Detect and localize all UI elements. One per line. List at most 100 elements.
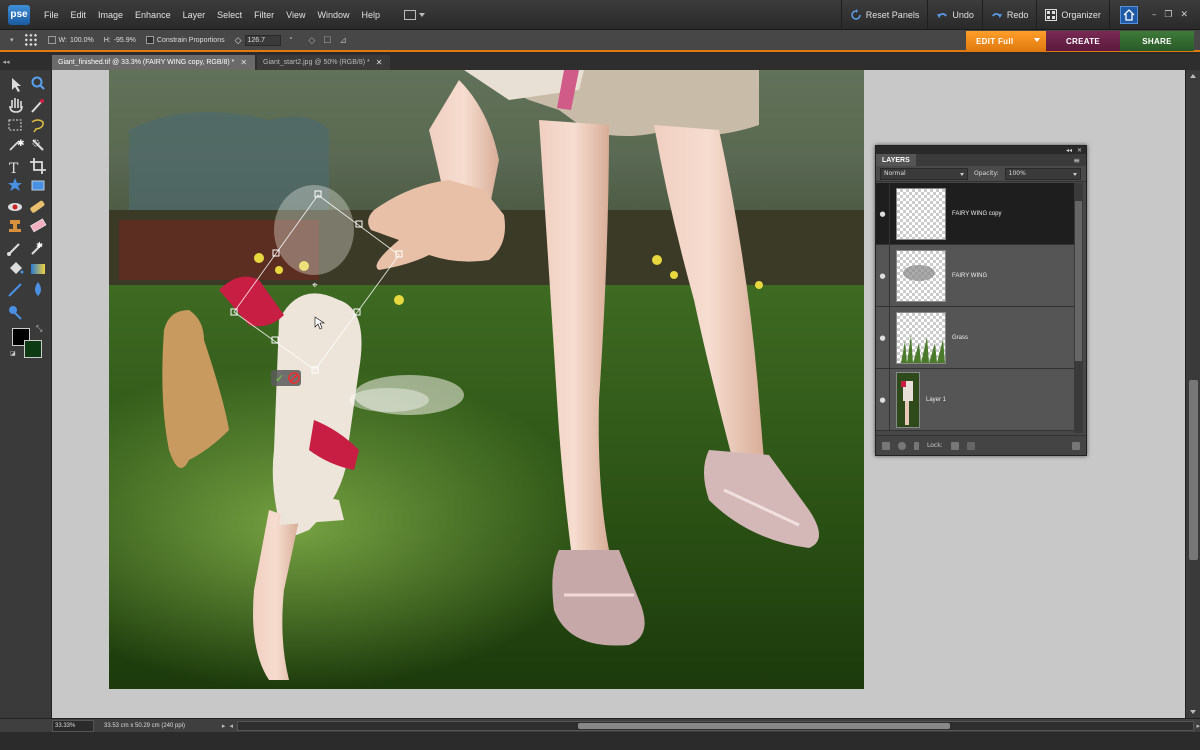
default-colors-icon[interactable]: ◪ [10,350,16,357]
tab-giant-finished[interactable]: Giant_finished.tif @ 33.3% (FAIRY WING c… [52,55,256,70]
layer-fairy-wing-copy[interactable]: ● FAIRY WING copy [876,182,1076,245]
menu-file[interactable]: File [38,10,65,20]
layer-grass[interactable]: ● Grass [876,306,1076,369]
composited-photo[interactable]: ⌖ ✓ [109,70,864,689]
scroll-up-icon[interactable] [1190,74,1196,78]
organizer-button[interactable]: Organizer [1036,0,1109,30]
swap-colors-icon[interactable]: ⤡ [36,324,42,334]
shape-tool-icon[interactable] [8,283,22,297]
trash-icon[interactable] [1072,441,1080,450]
menu-window[interactable]: Window [311,10,355,20]
vertical-scrollbar[interactable] [1185,70,1200,718]
status-menu-icon[interactable]: ▸ [222,722,226,730]
menu-select[interactable]: Select [211,10,248,20]
horizontal-scrollbar[interactable] [236,720,1195,731]
brush-tool-icon[interactable] [7,243,20,256]
lasso-tool-icon[interactable] [31,119,44,133]
crop-tool-icon[interactable] [30,158,46,174]
smart-brush-tool-icon[interactable]: ✱ [31,241,43,255]
layer-name: Grass [952,334,969,341]
visibility-eye-icon[interactable]: ● [876,244,890,307]
background-color-swatch[interactable] [24,340,42,358]
reference-point-icon[interactable] [23,33,38,47]
share-tab[interactable]: SHARE [1120,31,1194,51]
lock-all-icon[interactable] [966,441,975,450]
magic-wand-tool-icon[interactable]: ✱ [9,139,25,151]
type-tool-icon[interactable]: T [9,161,19,177]
straighten-tool-icon[interactable] [31,180,45,191]
panel-menu-icon[interactable]: ≡ [1073,156,1080,165]
spot-healing-tool-icon[interactable] [30,200,46,214]
sponge-tool-icon[interactable] [9,306,22,320]
visibility-eye-icon[interactable]: ● [876,182,890,245]
cookie-cutter-tool-icon[interactable] [8,178,22,191]
close-panel-icon[interactable]: ✕ [1077,147,1082,154]
adjustment-layer-icon[interactable] [898,441,906,450]
reset-panels-button[interactable]: Reset Panels [840,0,928,30]
move-tool-icon[interactable] [12,78,21,92]
arrange-documents-button[interactable] [404,7,428,23]
hand-tool-icon[interactable] [9,98,23,113]
collapse-toolbox-icon[interactable]: ◂◂ [0,54,12,70]
opacity-field[interactable]: 100% [1004,167,1081,180]
redo-button[interactable]: Redo [981,0,1037,30]
vertical-scroll-thumb[interactable] [1189,380,1198,560]
height-field[interactable]: H: -95.9% [104,37,136,44]
visibility-eye-icon[interactable]: ● [876,306,890,369]
link-layers-icon[interactable] [914,441,919,450]
blur-tool-icon[interactable] [35,282,41,296]
edit-full-tab[interactable]: EDIT Full [966,31,1046,51]
commit-transform-button[interactable]: ✓ [271,370,301,386]
paint-bucket-tool-icon[interactable] [10,262,24,274]
layers-scroll-thumb[interactable] [1075,201,1082,361]
menu-enhance[interactable]: Enhance [129,10,177,20]
menu-filter[interactable]: Filter [248,10,280,20]
layer-1[interactable]: ● Layer 1 [876,368,1076,431]
close-tab-icon[interactable]: ✕ [240,58,247,67]
zoom-tool-icon[interactable] [31,76,45,90]
menu-layer[interactable]: Layer [177,10,212,20]
tab-giant-start2[interactable]: Giant_start2.jpg @ 50% (RGB/8) * ✕ [257,55,391,70]
menu-help[interactable]: Help [355,10,386,20]
rotate-icon[interactable]: ◇ [308,35,315,46]
visibility-eye-icon[interactable]: ● [876,368,890,431]
horizontal-scroll-thumb[interactable] [577,722,950,729]
tool-preset-arrow-icon[interactable]: ▾ [10,36,14,44]
gradient-tool-icon[interactable] [31,264,45,274]
menu-edit[interactable]: Edit [65,10,93,20]
minimize-button[interactable]: – [1148,10,1161,20]
layer-fairy-wing[interactable]: ● FAIRY WING [876,244,1076,307]
constrain-proportions-checkbox[interactable]: Constrain Proportions [145,36,225,44]
document-size-info[interactable]: 33.53 cm x 50.29 cm (240 ppi) [104,723,222,729]
marquee-tool-icon[interactable] [8,119,22,131]
lock-transparent-icon[interactable] [950,441,959,450]
zoom-field[interactable]: 33.33% [52,719,94,732]
scroll-right-icon[interactable]: ▸ [1196,722,1200,730]
restore-button[interactable]: ❐ [1160,10,1176,20]
scroll-left-icon[interactable]: ◂ [229,722,233,730]
rotation-field[interactable]: ◇ 126.7 ° [235,34,292,46]
red-eye-tool-icon[interactable] [8,203,22,211]
width-field[interactable]: W: 100.0% [47,36,94,44]
eyedropper-tool-icon[interactable] [31,99,44,113]
quick-selection-tool-icon[interactable] [32,139,44,151]
close-window-button[interactable]: ✕ [1176,10,1192,20]
scale-icon[interactable]: ☐ [323,35,331,46]
collapse-panel-icon[interactable]: ◂◂ [1066,147,1072,154]
blend-mode-select[interactable]: Normal [880,167,968,180]
layers-panel-title[interactable]: LAYERS [876,154,916,166]
undo-button[interactable]: Undo [927,0,982,30]
home-button[interactable] [1108,0,1148,30]
angle-value[interactable]: 126.7 [244,34,281,46]
scroll-down-icon[interactable] [1190,710,1196,714]
photo-canvas[interactable]: ⌖ ✓ [109,70,864,689]
create-tab[interactable]: CREATE [1046,31,1120,51]
clone-stamp-tool-icon[interactable] [9,220,21,232]
eraser-tool-icon[interactable] [30,218,47,233]
layers-scrollbar[interactable] [1074,183,1083,433]
skew-icon[interactable]: ⊿ [339,35,347,46]
close-tab-icon[interactable]: ✕ [376,58,383,67]
menu-view[interactable]: View [280,10,311,20]
menu-image[interactable]: Image [92,10,129,20]
new-layer-icon[interactable] [882,441,890,450]
